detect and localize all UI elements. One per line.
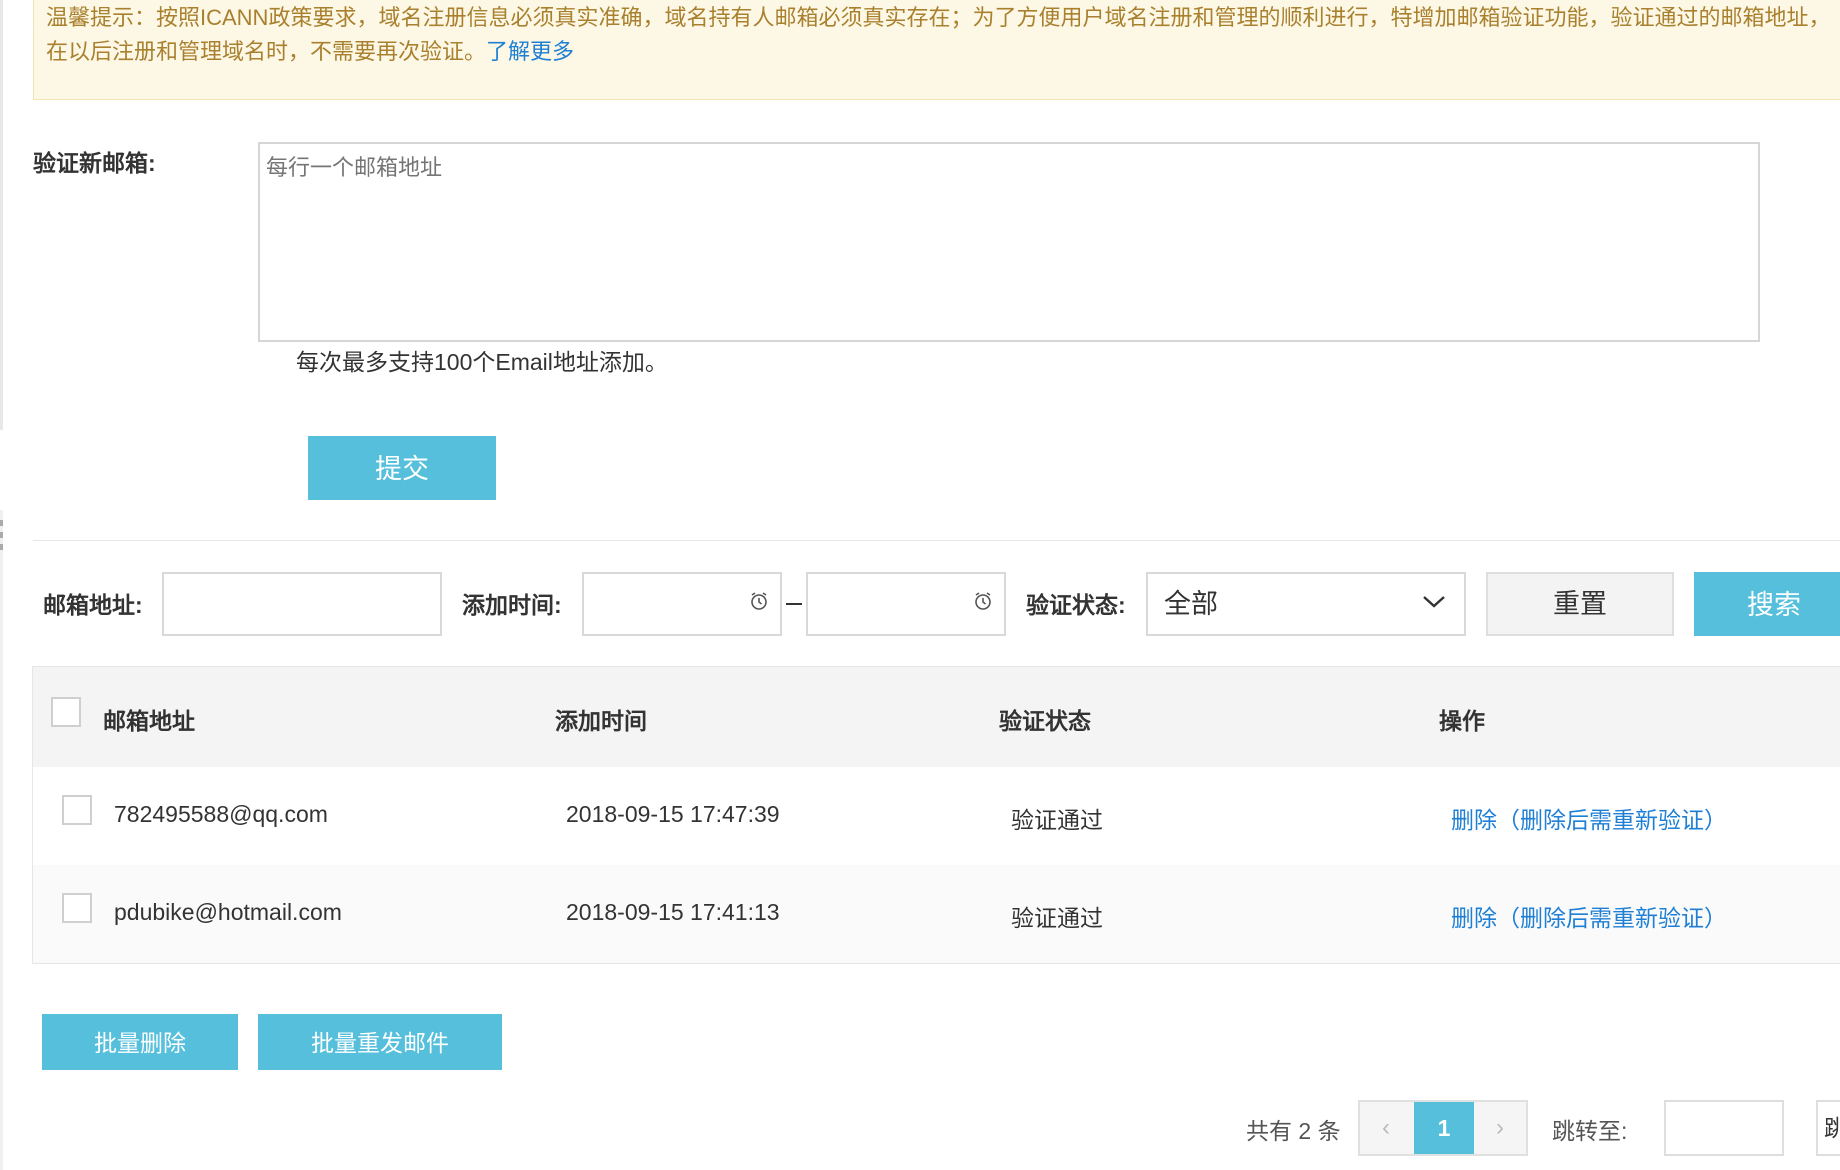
jump-button[interactable]: 跳 xyxy=(1816,1100,1840,1156)
scroll-tick xyxy=(0,520,3,526)
col-header-status: 验证状态 xyxy=(999,708,1091,734)
filter-status-label: 验证状态: xyxy=(1026,592,1126,618)
table-row: pdubike@hotmail.com 2018-09-15 17:41:13 … xyxy=(33,865,1840,963)
clock-icon xyxy=(751,592,767,610)
table-row: 782495588@qq.com 2018-09-15 17:47:39 验证通… xyxy=(33,767,1840,865)
prev-page-button[interactable]: ‹ xyxy=(1360,1102,1412,1154)
email-list-textarea[interactable] xyxy=(258,142,1760,342)
table-header: 邮箱地址 添加时间 验证状态 操作 xyxy=(33,667,1840,767)
notice-banner: 温馨提示：按照ICANN政策要求，域名注册信息必须真实准确，域名持有人邮箱必须真… xyxy=(33,0,1840,100)
section-divider xyxy=(33,540,1840,541)
notice-text: 温馨提示：按照ICANN政策要求，域名注册信息必须真实准确，域名持有人邮箱必须真… xyxy=(46,5,1831,64)
verify-email-label: 验证新邮箱: xyxy=(33,150,156,176)
col-header-time: 添加时间 xyxy=(555,708,647,734)
learn-more-link[interactable]: 了解更多 xyxy=(486,39,574,64)
scroll-tick xyxy=(0,544,3,550)
filter-email-label: 邮箱地址: xyxy=(43,592,143,618)
total-count: 共有 2 条 xyxy=(1246,1118,1341,1144)
row-checkbox[interactable] xyxy=(62,893,92,923)
pagination: ‹ 1 › xyxy=(1358,1100,1528,1156)
row-status: 验证通过 xyxy=(1011,807,1103,833)
row-checkbox[interactable] xyxy=(62,795,92,825)
email-table: 邮箱地址 添加时间 验证状态 操作 782495588@qq.com 2018-… xyxy=(32,666,1840,964)
jump-label: 跳转至: xyxy=(1552,1118,1628,1144)
row-status: 验证通过 xyxy=(1011,905,1103,931)
current-page[interactable]: 1 xyxy=(1414,1102,1474,1154)
left-panel-edge xyxy=(0,0,3,430)
next-page-button[interactable]: › xyxy=(1474,1102,1526,1154)
select-all-checkbox[interactable] xyxy=(51,697,81,727)
status-select-value: 全部 xyxy=(1164,589,1218,619)
row-time: 2018-09-15 17:41:13 xyxy=(566,899,780,925)
date-range-separator xyxy=(786,603,802,605)
row-email: pdubike@hotmail.com xyxy=(114,899,342,925)
filter-email-input[interactable] xyxy=(162,572,442,636)
search-button[interactable]: 搜索 xyxy=(1694,572,1840,636)
submit-button[interactable]: 提交 xyxy=(308,436,496,500)
chevron-down-icon xyxy=(1423,596,1445,608)
col-header-action: 操作 xyxy=(1439,708,1485,734)
delete-link[interactable]: 删除（删除后需重新验证） xyxy=(1451,801,1727,835)
jump-page-input[interactable] xyxy=(1664,1100,1784,1156)
batch-delete-button[interactable]: 批量删除 xyxy=(42,1014,238,1070)
clock-icon xyxy=(975,592,991,610)
reset-button[interactable]: 重置 xyxy=(1486,572,1674,636)
delete-link[interactable]: 删除（删除后需重新验证） xyxy=(1451,899,1727,933)
batch-resend-button[interactable]: 批量重发邮件 xyxy=(258,1014,502,1070)
status-select[interactable]: 全部 xyxy=(1146,572,1466,636)
row-email: 782495588@qq.com xyxy=(114,801,328,827)
left-panel-edge xyxy=(0,510,3,1170)
email-limit-hint: 每次最多支持100个Email地址添加。 xyxy=(296,349,668,375)
col-header-email: 邮箱地址 xyxy=(103,708,195,734)
scroll-tick xyxy=(0,532,3,538)
row-time: 2018-09-15 17:47:39 xyxy=(566,801,780,827)
filter-time-label: 添加时间: xyxy=(462,592,562,618)
